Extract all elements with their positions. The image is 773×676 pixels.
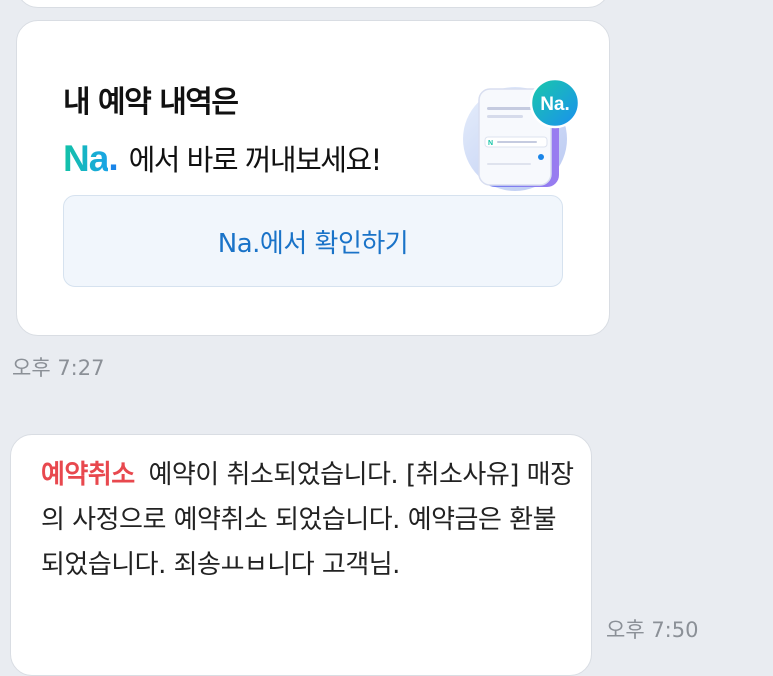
na-logo: Na [63,137,109,179]
svg-text:N: N [488,140,493,147]
promo-subtitle: 에서 바로 꺼내보세요! [128,143,383,177]
phone-illustration-icon: N Na. [463,77,581,191]
na-logo-dot: . [108,137,119,178]
cancel-message-bubble: 예약취소 예약이 취소되었습니다. [취소사유] 매장의 사정으로 예약취소 되… [10,434,592,676]
previous-message-bubble [16,0,610,8]
message-timestamp: 오후 7:27 [12,356,105,380]
cancel-tag: 예약취소 [41,460,135,490]
check-in-na-button[interactable]: Na.에서 확인하기 [63,195,563,287]
message-timestamp-2: 오후 7:50 [606,618,699,642]
cancel-message-body: 예약취소 예약이 취소되었습니다. [취소사유] 매장의 사정으로 예약취소 되… [41,453,581,588]
promo-subtitle-line: Na. 에서 바로 꺼내보세요! [63,137,383,179]
promo-title: 내 예약 내역은 [63,85,239,120]
na-badge-text: Na. [540,94,570,115]
promo-card: 내 예약 내역은 Na. 에서 바로 꺼내보세요! N Na. Na.에서 확인… [16,20,610,336]
